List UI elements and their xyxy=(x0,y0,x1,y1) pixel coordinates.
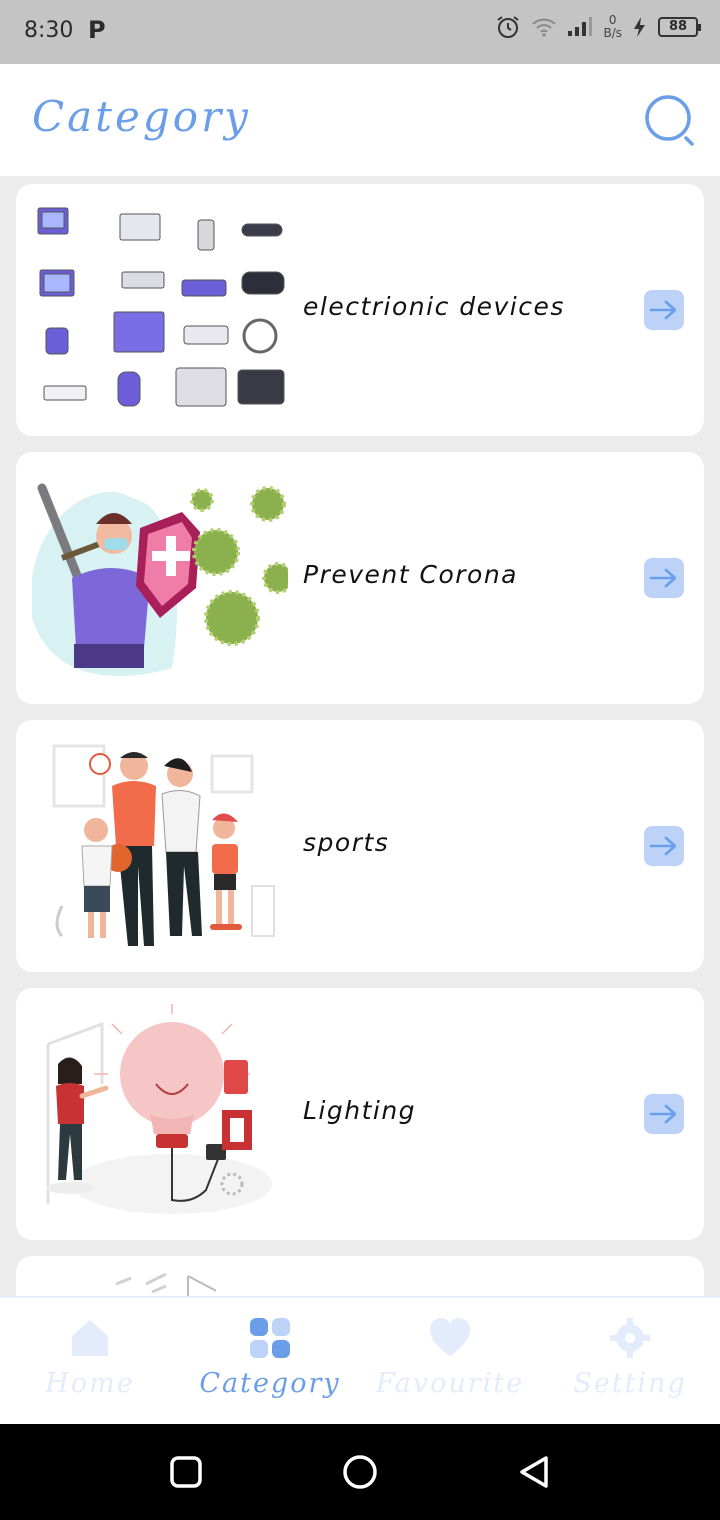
category-label: sports xyxy=(303,828,390,857)
bottom-nav: Home Category Favourite Setting xyxy=(0,1296,720,1424)
search-button[interactable] xyxy=(644,94,698,148)
search-icon xyxy=(645,95,694,146)
signal-icon xyxy=(568,17,593,36)
lighting-bulb-illustration xyxy=(46,1004,272,1214)
arrow-right-icon xyxy=(649,300,677,320)
status-icons: 0 B/s 88 xyxy=(495,14,701,40)
recents-icon[interactable] xyxy=(168,1454,204,1490)
back-icon[interactable] xyxy=(516,1454,552,1490)
category-card-electronic-devices[interactable]: electrionic devices xyxy=(16,184,704,436)
wifi-icon xyxy=(532,18,557,37)
arrow-right-icon xyxy=(649,836,677,856)
page-title: Category xyxy=(32,92,251,141)
open-category-button[interactable] xyxy=(644,558,684,598)
arrow-right-icon xyxy=(649,568,677,588)
category-list: electrionic devices Prevent Corona sport… xyxy=(16,184,704,1256)
nav-category[interactable]: Category xyxy=(180,1298,360,1424)
category-card-prevent-corona[interactable]: Prevent Corona xyxy=(16,452,704,704)
home-icon xyxy=(72,1320,108,1356)
sports-family-illustration xyxy=(52,744,275,946)
grid-icon xyxy=(250,1318,290,1358)
nav-home-label: Home xyxy=(45,1368,135,1399)
status-bar: 8:30 P 0 B/s 88 xyxy=(0,0,720,64)
net-speed-unit: B/s xyxy=(603,26,622,40)
system-nav-bar xyxy=(0,1424,720,1520)
category-card-sports[interactable]: sports xyxy=(16,720,704,972)
nav-favourite[interactable]: Favourite xyxy=(360,1298,540,1424)
heart-icon xyxy=(430,1318,470,1356)
parking-app-icon: P xyxy=(88,16,106,44)
category-card-lighting[interactable]: Lighting xyxy=(16,988,704,1240)
nav-setting-label: Setting xyxy=(573,1368,687,1399)
nav-favourite-label: Favourite xyxy=(375,1368,525,1399)
open-category-button[interactable] xyxy=(644,826,684,866)
charging-icon xyxy=(634,17,645,37)
status-time: 8:30 xyxy=(24,18,74,43)
electronic-devices-illustration xyxy=(37,207,285,407)
category-label: Prevent Corona xyxy=(303,560,518,589)
battery-indicator: 88 xyxy=(658,17,701,37)
prevent-corona-illustration xyxy=(32,483,288,677)
category-label: electrionic devices xyxy=(303,292,565,321)
gear-icon xyxy=(610,1318,650,1358)
open-category-button[interactable] xyxy=(644,290,684,330)
arrow-right-icon xyxy=(649,1104,677,1124)
category-label: Lighting xyxy=(303,1096,417,1125)
app-bar: Category xyxy=(0,64,720,176)
nav-home[interactable]: Home xyxy=(0,1298,180,1424)
net-speed: 0 B/s xyxy=(603,14,622,40)
nav-category-label: Category xyxy=(199,1368,341,1399)
alarm-icon xyxy=(497,16,520,38)
open-category-button[interactable] xyxy=(644,1094,684,1134)
home-circle-icon[interactable] xyxy=(342,1454,378,1490)
nav-setting[interactable]: Setting xyxy=(540,1298,720,1424)
